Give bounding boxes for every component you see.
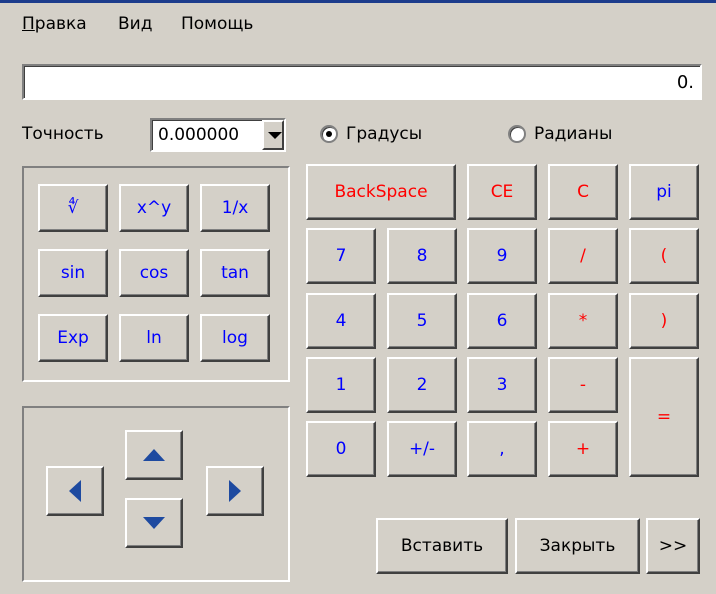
digit-1-button[interactable]: 1 bbox=[306, 357, 376, 413]
radio-radians-dot[interactable] bbox=[508, 125, 526, 143]
digit-5-button[interactable]: 5 bbox=[387, 293, 457, 349]
digit-9-button[interactable]: 9 bbox=[467, 228, 537, 284]
arrow-down-icon bbox=[143, 517, 165, 529]
clear-button[interactable]: C bbox=[548, 164, 618, 220]
dropdown-arrow-icon[interactable] bbox=[262, 120, 284, 150]
arrow-right-icon bbox=[229, 480, 241, 502]
power-button[interactable]: x^y bbox=[119, 184, 189, 232]
reciprocal-button[interactable]: 1/x bbox=[200, 184, 270, 232]
arrow-up-icon bbox=[143, 449, 165, 461]
digit-3-button[interactable]: 3 bbox=[467, 357, 537, 413]
digit-0-button[interactable]: 0 bbox=[306, 421, 376, 477]
equals-button[interactable]: = bbox=[629, 357, 699, 477]
menu-edit-mnemonic: П bbox=[22, 14, 35, 34]
cos-button[interactable]: cos bbox=[119, 249, 189, 297]
plus-minus-button[interactable]: +/- bbox=[387, 421, 457, 477]
digit-4-button[interactable]: 4 bbox=[306, 293, 376, 349]
left-button[interactable] bbox=[46, 466, 104, 516]
digit-6-button[interactable]: 6 bbox=[467, 293, 537, 349]
radio-degrees-dot[interactable] bbox=[320, 125, 338, 143]
precision-value: 0.000000 bbox=[158, 125, 240, 145]
pi-button[interactable]: pi bbox=[629, 164, 699, 220]
digit-8-button[interactable]: 8 bbox=[387, 228, 457, 284]
backspace-button[interactable]: BackSpace bbox=[306, 164, 456, 220]
tan-button[interactable]: tan bbox=[200, 249, 270, 297]
exp-button[interactable]: Exp bbox=[38, 314, 108, 362]
window-top-border bbox=[0, 0, 716, 3]
menu-view[interactable]: Вид bbox=[118, 14, 152, 42]
arrow-left-icon bbox=[69, 480, 81, 502]
left-paren-button[interactable]: ( bbox=[629, 228, 699, 284]
paste-button[interactable]: Вставить bbox=[376, 518, 508, 574]
down-button[interactable] bbox=[125, 498, 183, 548]
digit-2-button[interactable]: 2 bbox=[387, 357, 457, 413]
divide-button[interactable]: / bbox=[548, 228, 618, 284]
ln-button[interactable]: ln bbox=[119, 314, 189, 362]
multiply-button[interactable]: * bbox=[548, 293, 618, 349]
plus-button[interactable]: + bbox=[548, 421, 618, 477]
decimal-comma-button[interactable]: , bbox=[467, 421, 537, 477]
log-button[interactable]: log bbox=[200, 314, 270, 362]
clear-entry-button[interactable]: CE bbox=[467, 164, 537, 220]
digit-7-button[interactable]: 7 bbox=[306, 228, 376, 284]
radio-radians[interactable]: Радианы bbox=[508, 124, 612, 144]
right-button[interactable] bbox=[206, 466, 264, 516]
root-button[interactable]: ∜ bbox=[38, 184, 108, 232]
menu-edit[interactable]: Правка bbox=[22, 14, 87, 42]
radio-degrees[interactable]: Градусы bbox=[320, 124, 422, 144]
precision-select[interactable]: 0.000000 bbox=[150, 118, 286, 152]
minus-button[interactable]: - bbox=[548, 357, 618, 413]
menu-help[interactable]: Помощь bbox=[181, 14, 253, 42]
expand-button[interactable]: >> bbox=[646, 518, 700, 574]
radio-radians-label: Радианы bbox=[534, 124, 613, 144]
menu-edit-label: равка bbox=[34, 14, 87, 34]
sin-button[interactable]: sin bbox=[38, 249, 108, 297]
result-display[interactable]: 0. bbox=[22, 64, 702, 100]
radio-degrees-label: Градусы bbox=[346, 124, 423, 144]
precision-label: Точность bbox=[22, 124, 104, 144]
right-paren-button[interactable]: ) bbox=[629, 293, 699, 349]
up-button[interactable] bbox=[125, 430, 183, 480]
close-button[interactable]: Закрыть bbox=[515, 518, 640, 574]
